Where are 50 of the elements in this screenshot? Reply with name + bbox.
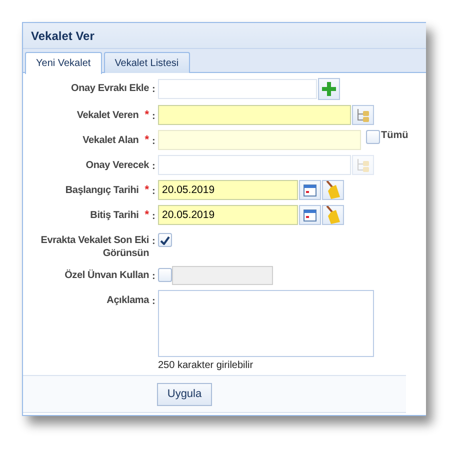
plus-icon: [322, 82, 336, 96]
description-field[interactable]: [158, 290, 374, 357]
checkbox-label: Tümü: [381, 130, 408, 141]
lookup-field[interactable]: [158, 155, 351, 175]
clear-button[interactable]: [322, 205, 344, 225]
calendar-icon: [303, 183, 317, 197]
required-mark: *: [144, 109, 149, 121]
window-title: Vekalet Ver: [31, 28, 94, 42]
date-field[interactable]: 20.05.2019: [158, 180, 298, 200]
field-label: Bitiş Tarihi: [90, 209, 139, 222]
clear-button[interactable]: [322, 180, 344, 200]
label-colon: :: [152, 270, 156, 282]
field-label: Vekalet Veren: [76, 109, 139, 122]
tree-button[interactable]: [352, 105, 374, 125]
tab[interactable]: Yeni Vekalet: [25, 52, 102, 74]
character-limit-hint: 250 karakter girilebilir: [158, 360, 254, 371]
required-mark: *: [144, 134, 149, 146]
label-colon: :: [152, 295, 156, 307]
tab[interactable]: Vekalet Listesi: [104, 52, 190, 73]
label-colon: :: [152, 235, 156, 247]
broom-icon: [325, 181, 341, 199]
date-field[interactable]: 20.05.2019: [158, 205, 298, 225]
label-colon: :: [152, 210, 156, 222]
required-mark: *: [144, 209, 149, 221]
required-mark: *: [144, 184, 149, 196]
calendar-button[interactable]: [299, 205, 321, 225]
lookup-field[interactable]: [158, 130, 361, 150]
field-label: Özel Ünvan Kullan: [64, 269, 149, 282]
calendar-button[interactable]: [299, 180, 321, 200]
field-label: Evrakta Vekalet Son Eki Görünsün: [40, 234, 149, 260]
label-colon: :: [152, 185, 156, 197]
label-colon: :: [152, 160, 156, 172]
field-label: Açıklama: [106, 294, 149, 307]
file-field[interactable]: [158, 79, 317, 99]
label-colon: :: [152, 110, 156, 122]
broom-icon: [325, 206, 341, 224]
field-label: Başlangıç Tarihi: [65, 184, 139, 197]
label-colon: :: [152, 83, 156, 95]
field-label: Vekalet Alan: [82, 134, 139, 147]
checkbox[interactable]: [366, 130, 380, 144]
field-label: Onay Verecek: [86, 159, 149, 172]
label-colon: :: [152, 135, 156, 147]
checkbox[interactable]: [158, 233, 172, 247]
add-button[interactable]: [318, 78, 340, 100]
calendar-icon: [303, 208, 317, 222]
field-label: Onay Evrakı Ekle: [71, 82, 149, 95]
tree-icon: [356, 158, 370, 172]
apply-button[interactable]: Uygula: [157, 382, 212, 406]
tree-icon: [356, 108, 370, 122]
lookup-field[interactable]: [158, 105, 351, 125]
